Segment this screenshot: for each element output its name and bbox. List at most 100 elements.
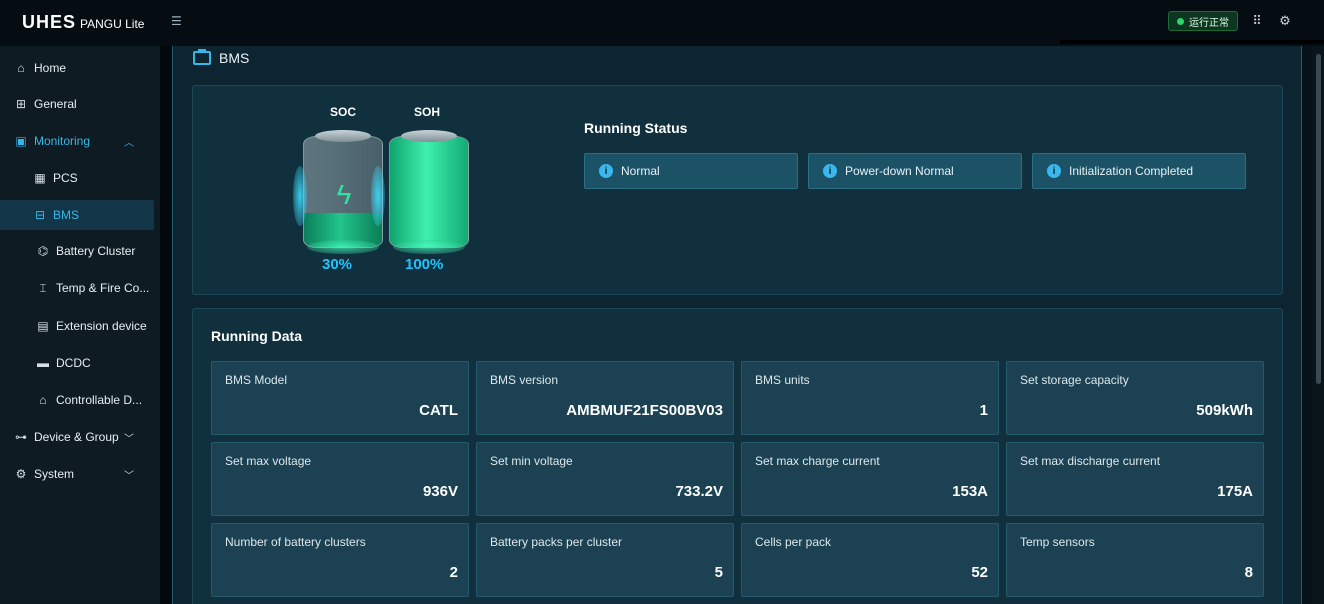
data-card-cells-per-pack: Cells per pack 52 xyxy=(741,523,999,597)
data-card-bms-model: BMS Model CATL xyxy=(211,361,469,435)
overview-panel: SOC SOH ϟ 30% 100% Running Status i Norm… xyxy=(192,85,1283,295)
info-icon: i xyxy=(823,164,837,178)
data-card-label: Cells per pack xyxy=(755,535,832,549)
monitor-icon: ▣ xyxy=(15,134,27,148)
soc-battery-base xyxy=(307,240,379,254)
data-card-label: Number of battery clusters xyxy=(225,535,366,549)
sidebar-item-dcdc[interactable]: ▬ DCDC xyxy=(0,348,154,378)
soc-battery-cap xyxy=(315,130,371,142)
data-card-packs-per-cluster: Battery packs per cluster 5 xyxy=(476,523,734,597)
extension-icon: ▤ xyxy=(37,319,49,333)
soh-battery-cap xyxy=(401,130,457,142)
status-card-text: Normal xyxy=(621,164,660,178)
soh-battery-gauge xyxy=(389,130,469,254)
sidebar: ⌂ Home ⊞ General ▣ Monitoring ︿ ▦ PCS ⊟ … xyxy=(0,46,160,604)
data-card-bms-version: BMS version AMBMUF21FS00BV03 xyxy=(476,361,734,435)
running-data-title: Running Data xyxy=(211,328,302,344)
chevron-down-icon: ﹀ xyxy=(124,470,134,482)
fullscreen-icon[interactable]: ⠿ xyxy=(1248,12,1266,30)
data-card-battery-clusters: Number of battery clusters 2 xyxy=(211,523,469,597)
logo-main-text: UHES xyxy=(22,12,77,32)
chevron-up-icon: ︿ xyxy=(124,137,134,149)
topbar-divider xyxy=(1060,40,1324,44)
sidebar-item-label: Temp & Fire Co... xyxy=(56,281,150,295)
sidebar-item-label: Controllable D... xyxy=(56,393,143,407)
data-card-value: 175A xyxy=(1217,483,1253,500)
glow-left-decoration xyxy=(293,166,307,226)
data-card-value: AMBMUF21FS00BV03 xyxy=(566,402,723,419)
soc-value: 30% xyxy=(322,256,353,273)
sidebar-item-extension-device[interactable]: ▤ Extension device xyxy=(0,311,154,341)
sidebar-item-label: System xyxy=(34,467,75,481)
bms-icon: ⊟ xyxy=(34,208,46,222)
data-card-label: Set storage capacity xyxy=(1020,373,1129,387)
sidebar-item-device-group[interactable]: ⊶ Device & Group ﹀ xyxy=(0,422,154,452)
soh-value: 100% xyxy=(405,256,444,273)
data-card-max-voltage: Set max voltage 936V xyxy=(211,442,469,516)
data-card-min-voltage: Set min voltage 733.2V xyxy=(476,442,734,516)
sidebar-item-label: Home xyxy=(34,61,67,75)
data-card-bms-units: BMS units 1 xyxy=(741,361,999,435)
settings-icon[interactable]: ⚙ xyxy=(1276,12,1294,30)
data-card-value: 52 xyxy=(971,564,988,581)
sidebar-item-label: DCDC xyxy=(56,356,91,370)
app-logo[interactable]: UHES PANGU Lite xyxy=(22,12,144,33)
status-badge: 运行正常 xyxy=(1168,11,1238,31)
sidebar-item-label: Extension device xyxy=(56,319,147,333)
data-card-storage-capacity: Set storage capacity 509kWh xyxy=(1006,361,1264,435)
home-icon: ⌂ xyxy=(17,61,25,75)
data-card-value: 733.2V xyxy=(675,483,723,500)
sidebar-item-label: General xyxy=(34,97,77,111)
soh-battery-body xyxy=(389,136,469,248)
data-card-value: 2 xyxy=(449,564,458,581)
sidebar-item-system[interactable]: ⚙ System ﹀ xyxy=(0,459,154,489)
bms-icon xyxy=(193,49,211,65)
page-scrollbar-thumb[interactable] xyxy=(1316,54,1321,384)
device-group-icon: ⊶ xyxy=(15,430,27,444)
status-card-text: Initialization Completed xyxy=(1069,164,1194,178)
sidebar-divider xyxy=(160,46,172,604)
glow-right-decoration xyxy=(371,166,385,226)
sidebar-item-pcs[interactable]: ▦ PCS xyxy=(0,163,154,193)
topbar-actions: 运行正常 ⠿ ⚙ xyxy=(1168,11,1294,31)
main-content: BMS SOC SOH ϟ 30% 100% Running Status i xyxy=(172,46,1302,604)
soh-label: SOH xyxy=(414,105,441,119)
running-status-title: Running Status xyxy=(584,120,688,136)
data-card-value: CATL xyxy=(419,402,458,419)
sidebar-item-label: PCS xyxy=(53,171,78,185)
status-dot-icon xyxy=(1177,17,1184,25)
data-card-label: BMS units xyxy=(755,373,810,387)
soc-label: SOC xyxy=(330,105,357,119)
sidebar-item-label: Monitoring xyxy=(34,134,91,148)
sidebar-item-controllable-device[interactable]: ⌂ Controllable D... xyxy=(0,385,154,415)
page-header: BMS xyxy=(193,49,249,66)
status-text: 运行正常 xyxy=(1189,17,1229,29)
battery-cluster-icon: ⌬ xyxy=(37,244,49,258)
sidebar-item-label: Battery Cluster xyxy=(56,244,136,258)
sidebar-item-monitoring[interactable]: ▣ Monitoring ︿ xyxy=(0,126,154,156)
sidebar-item-label: BMS xyxy=(53,208,80,222)
pcs-icon: ▦ xyxy=(34,171,46,185)
lightning-bolt-icon: ϟ xyxy=(336,179,352,210)
info-icon: i xyxy=(1047,164,1061,178)
thermometer-icon: ⌶ xyxy=(39,280,47,295)
soh-battery-fill xyxy=(390,137,468,247)
data-card-value: 1 xyxy=(979,402,988,419)
data-card-value: 153A xyxy=(952,483,988,500)
data-card-label: BMS version xyxy=(490,373,559,387)
chevron-down-icon: ﹀ xyxy=(124,433,134,445)
dcdc-icon: ▬ xyxy=(37,356,49,370)
grid-icon: ⊞ xyxy=(15,97,27,111)
data-card-max-charge-current: Set max charge current 153A xyxy=(741,442,999,516)
data-card-label: Set max voltage xyxy=(225,454,312,468)
collapse-menu-icon[interactable]: ☰ xyxy=(171,14,183,28)
sidebar-item-home[interactable]: ⌂ Home xyxy=(0,53,154,83)
data-card-value: 936V xyxy=(422,483,458,500)
controllable-icon: ⌂ xyxy=(39,393,47,407)
sidebar-item-battery-cluster[interactable]: ⌬ Battery Cluster xyxy=(0,236,154,266)
data-card-label: Set max charge current xyxy=(755,454,880,468)
status-card-normal: i Normal xyxy=(584,153,798,189)
sidebar-item-general[interactable]: ⊞ General xyxy=(0,89,154,119)
sidebar-item-bms[interactable]: ⊟ BMS xyxy=(0,200,154,230)
sidebar-item-temp-fire[interactable]: ⌶ Temp & Fire Co... xyxy=(0,273,154,303)
